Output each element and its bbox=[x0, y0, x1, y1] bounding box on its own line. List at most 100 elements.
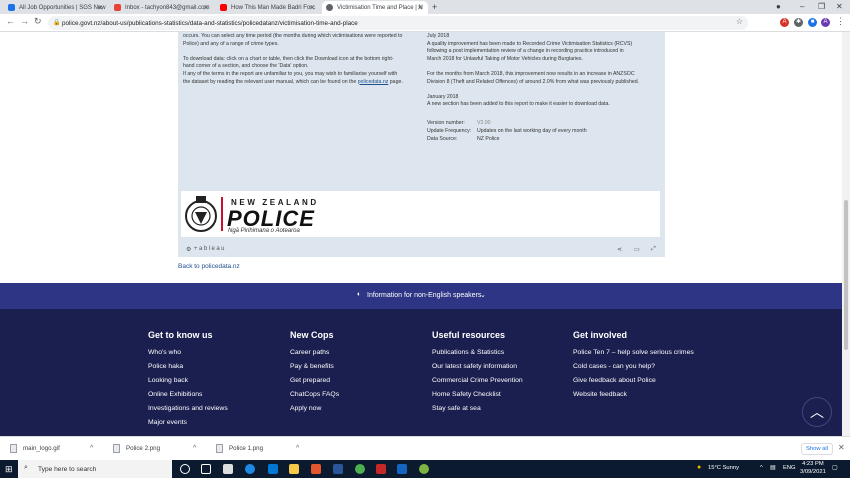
scroll-to-top-button[interactable]: ︿ bbox=[802, 397, 832, 427]
logo-line-maori: Ngā Pirihimana o Aotearoa bbox=[228, 228, 300, 234]
footer-link[interactable]: Apply now bbox=[290, 405, 321, 412]
close-tab-icon[interactable]: ✕ bbox=[417, 4, 423, 12]
footer-link[interactable]: Stay safe at sea bbox=[432, 405, 481, 412]
youtube-icon bbox=[220, 4, 227, 11]
footer-link[interactable]: Our latest safety information bbox=[432, 363, 517, 370]
address-bar[interactable]: 🔒 police.govt.nz/about-us/publications-s… bbox=[48, 16, 748, 30]
forward-icon[interactable]: → bbox=[20, 16, 29, 26]
extension-icon[interactable]: A bbox=[780, 18, 789, 27]
tab-inbox[interactable]: Inbox - tachyon843@gmail.com ✕ bbox=[110, 1, 214, 14]
footer-link[interactable]: Police haka bbox=[148, 363, 183, 370]
text-spacer bbox=[183, 48, 428, 56]
police-logo-panel: NEW ZEALAND POLICE Ngā Pirihimana o Aote… bbox=[181, 191, 660, 237]
close-tab-icon[interactable]: ✕ bbox=[97, 4, 103, 12]
star-icon[interactable]: ☆ bbox=[736, 17, 743, 26]
police-crest-icon bbox=[185, 196, 217, 232]
tray-chevron-icon[interactable]: ^ bbox=[760, 465, 763, 471]
windows-taskbar: ⊞ ⌕ Type here to search ● 15°C Sunny ^ ▤… bbox=[0, 460, 850, 478]
file-explorer-icon[interactable] bbox=[289, 464, 299, 474]
office-icon[interactable] bbox=[311, 464, 321, 474]
footer-link[interactable]: Home Safety Checklist bbox=[432, 391, 501, 398]
tableau-gear-icon: ⚙ bbox=[186, 247, 192, 253]
download-icon[interactable]: ▭ bbox=[634, 246, 640, 253]
menu-icon[interactable]: ⋮ bbox=[836, 16, 845, 27]
minimize-icon[interactable]: – bbox=[800, 2, 804, 11]
download-item[interactable]: Police 1.png ^ bbox=[216, 444, 299, 453]
mail-icon[interactable] bbox=[268, 464, 278, 474]
chevron-up-icon[interactable]: ^ bbox=[90, 445, 93, 452]
text-spacer bbox=[427, 63, 667, 71]
download-filename: main_logo.gif bbox=[23, 445, 60, 452]
version-row: Version number: V2.00 bbox=[427, 120, 491, 126]
extension-icon[interactable]: ✱ bbox=[794, 18, 803, 27]
file-icon bbox=[113, 444, 120, 453]
text-line: A quality improvement has been made to R… bbox=[427, 40, 633, 47]
fullscreen-icon[interactable]: ⤢ bbox=[651, 246, 656, 253]
close-tab-icon[interactable]: ✕ bbox=[309, 4, 315, 12]
footer-link[interactable]: Get prepared bbox=[290, 377, 330, 384]
footer-link[interactable]: Looking back bbox=[148, 377, 188, 384]
text-line: Division 8 (Theft and Related Offences) … bbox=[427, 78, 640, 85]
back-to-policedata-link[interactable]: Back to policedata.nz bbox=[178, 263, 240, 270]
footer-link[interactable]: Career paths bbox=[290, 349, 329, 356]
profile-circle-icon[interactable]: ● bbox=[776, 2, 781, 11]
tab-job-opportunities[interactable]: All Job Opportunities | SGS New ✕ bbox=[4, 1, 108, 14]
avatar[interactable]: A bbox=[821, 18, 830, 27]
xbox-icon[interactable] bbox=[419, 464, 429, 474]
task-view-icon[interactable] bbox=[201, 464, 211, 474]
policedata-link[interactable]: policedata.nz bbox=[358, 79, 389, 85]
outlook-icon[interactable] bbox=[333, 464, 343, 474]
extension-icon[interactable]: ■ bbox=[808, 18, 817, 27]
store-icon[interactable] bbox=[223, 464, 233, 474]
footer-link[interactable]: Pay & benefits bbox=[290, 363, 334, 370]
notification-icon[interactable]: ▢ bbox=[832, 465, 837, 471]
chevron-up-icon[interactable]: ^ bbox=[193, 445, 196, 452]
footer-link[interactable]: Publications & Statistics bbox=[432, 349, 504, 356]
search-placeholder: Type here to search bbox=[38, 465, 97, 473]
footer-link[interactable]: Police Ten 7 – help solve serious crimes bbox=[573, 349, 694, 356]
close-window-icon[interactable]: ✕ bbox=[836, 2, 843, 11]
acrobat-icon[interactable] bbox=[376, 464, 386, 474]
taskbar-search-box[interactable]: ⌕ Type here to search bbox=[18, 460, 172, 478]
tab-victimisation[interactable]: Victimisation Time and Place | N ✕ bbox=[322, 1, 428, 14]
info-non-english-band[interactable]: ◐ Information for non-English speakers ⌄ bbox=[0, 283, 842, 309]
footer-link[interactable]: Online Exhibitions bbox=[148, 391, 202, 398]
site-footer: Get to know us Who's who Police haka Loo… bbox=[0, 309, 842, 436]
file-icon bbox=[10, 444, 17, 453]
update-date: July 2018 bbox=[427, 33, 450, 39]
footer-link[interactable]: Major events bbox=[148, 419, 187, 426]
footer-link[interactable]: ChatCops FAQs bbox=[290, 391, 339, 398]
footer-link[interactable]: Investigations and reviews bbox=[148, 405, 228, 412]
clock[interactable]: 4:23 PM 3/09/2021 bbox=[800, 461, 826, 476]
maximize-icon[interactable]: ❐ bbox=[818, 2, 825, 11]
close-tab-icon[interactable]: ✕ bbox=[203, 4, 209, 12]
footer-link[interactable]: Commercial Crime Prevention bbox=[432, 377, 523, 384]
chevron-up-icon[interactable]: ^ bbox=[296, 445, 299, 452]
footer-link[interactable]: Website feedback bbox=[573, 391, 627, 398]
download-item[interactable]: Police 2.png ^ bbox=[113, 444, 196, 453]
reload-icon[interactable]: ↻ bbox=[34, 16, 42, 27]
language-indicator[interactable]: ENG bbox=[783, 465, 796, 471]
edge-icon[interactable] bbox=[245, 464, 255, 474]
footer-link[interactable]: Cold cases - can you help? bbox=[573, 363, 655, 370]
back-icon[interactable]: ← bbox=[6, 16, 15, 26]
footer-link[interactable]: Give feedback about Police bbox=[573, 377, 656, 384]
footer-heading: Useful resources bbox=[432, 330, 506, 340]
weather-text[interactable]: 15°C Sunny bbox=[708, 465, 739, 471]
show-all-button[interactable]: Show all bbox=[801, 443, 833, 455]
network-icon[interactable]: ▤ bbox=[770, 465, 775, 471]
chrome-icon[interactable] bbox=[355, 464, 365, 474]
close-shelf-icon[interactable]: ✕ bbox=[838, 443, 845, 452]
share-icon[interactable]: ⋖ bbox=[617, 246, 622, 253]
footer-link[interactable]: Who's who bbox=[148, 349, 181, 356]
download-item[interactable]: main_logo.gif ^ bbox=[10, 444, 93, 453]
cortana-icon[interactable] bbox=[180, 464, 190, 474]
windows-start-icon[interactable]: ⊞ bbox=[5, 464, 13, 475]
new-tab-icon[interactable]: + bbox=[432, 2, 437, 12]
word-icon[interactable] bbox=[397, 464, 407, 474]
meta-key: Version number: bbox=[427, 120, 465, 126]
tab-youtube-video[interactable]: How This Man Made Badri Forc ✕ bbox=[216, 1, 320, 14]
text-line: hand corner of a section, and choose the… bbox=[183, 63, 309, 70]
tab-title: Victimisation Time and Place | N bbox=[337, 4, 423, 11]
scrollbar-thumb[interactable] bbox=[844, 200, 848, 350]
